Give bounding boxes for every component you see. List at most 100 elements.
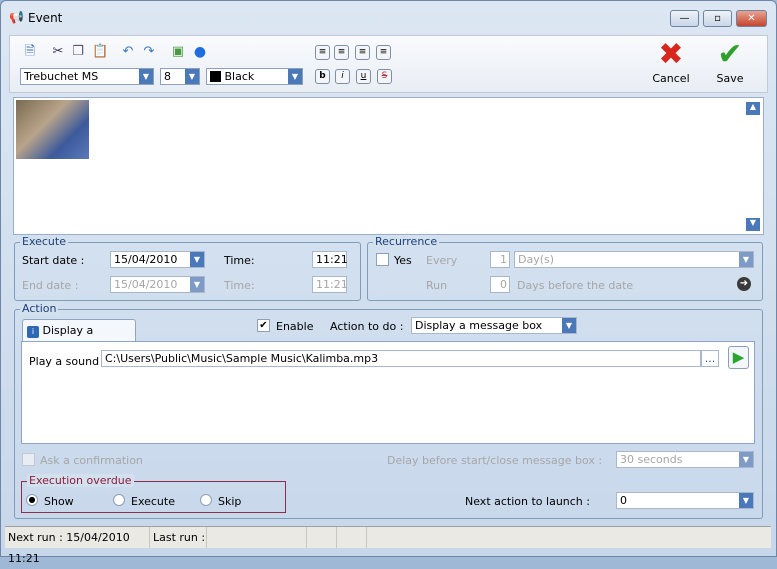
sound-path-input[interactable]: C:\Users\Public\Music\Sample Music\Kalim…: [101, 350, 701, 367]
start-date-input[interactable]: 15/04/2010 ▼: [110, 251, 205, 268]
start-time-input[interactable]: 11:21: [312, 251, 348, 268]
close-button[interactable]: ✕: [736, 10, 767, 27]
font-size-select[interactable]: 8 ▼: [160, 68, 200, 85]
color-select[interactable]: Black ▼: [206, 68, 303, 85]
execute-radio[interactable]: [113, 494, 125, 506]
chevron-down-icon: ▼: [185, 69, 199, 84]
show-label: Show: [44, 495, 74, 508]
scroll-up-button[interactable]: ▲: [746, 102, 760, 115]
start-date-value: 15/04/2010: [114, 253, 178, 266]
bold-button[interactable]: b: [315, 69, 330, 84]
insert-circle-icon[interactable]: ●: [192, 44, 208, 60]
status-cell: [307, 527, 337, 548]
next-run-status: Next run : 15/04/2010 11:21: [5, 527, 150, 565]
overdue-legend: Execution overdue: [27, 474, 134, 487]
checkmark-icon: ✔: [717, 37, 743, 72]
paste-icon[interactable]: 📋: [92, 44, 108, 60]
cancel-icon: ✖: [658, 37, 684, 72]
undo-icon[interactable]: ↶: [120, 44, 136, 60]
tab-display-message[interactable]: i Display a message: [22, 319, 136, 351]
action-to-do-label: Action to do :: [330, 320, 404, 333]
confirmation-checkbox[interactable]: [22, 453, 35, 466]
browse-button[interactable]: ...: [701, 350, 719, 367]
message-editor[interactable]: ▲ ▼: [13, 97, 764, 235]
italic-button[interactable]: i: [335, 69, 350, 84]
confirmation-label: Ask a confirmation: [40, 454, 143, 467]
recurrence-yes-checkbox[interactable]: [376, 253, 389, 266]
app-icon: 📢: [9, 10, 24, 24]
end-date-input[interactable]: 15/04/2010 ▼: [110, 276, 205, 293]
strike-button[interactable]: S: [377, 69, 392, 84]
maximize-button[interactable]: ▫: [703, 10, 732, 27]
chevron-down-icon[interactable]: ▼: [190, 277, 204, 292]
cancel-button[interactable]: ✖ Cancel: [651, 37, 691, 86]
underline-button[interactable]: u: [356, 69, 371, 84]
chevron-down-icon: ▼: [288, 69, 302, 84]
color-swatch: [210, 71, 221, 82]
next-action-select[interactable]: 0 ▼: [616, 492, 754, 509]
run-input[interactable]: 0: [490, 276, 510, 293]
start-date-label: Start date :: [22, 254, 85, 267]
inserted-photo: [16, 100, 89, 159]
font-size-value: 8: [164, 70, 171, 83]
chevron-down-icon: ▼: [739, 452, 753, 467]
every-label: Every: [426, 254, 458, 267]
end-time-input[interactable]: 11:21: [312, 276, 348, 293]
copy-icon[interactable]: ❐: [70, 44, 86, 60]
unit-select[interactable]: Day(s) ▼: [514, 251, 754, 268]
align-center-icon[interactable]: ≡: [334, 45, 349, 60]
window-title: Event: [28, 11, 63, 25]
days-before-label: Days before the date: [517, 279, 634, 292]
action-to-do-select[interactable]: Display a message box ▼: [411, 317, 577, 334]
align-right-icon[interactable]: ≡: [355, 45, 370, 60]
arrow-right-icon[interactable]: ➜: [737, 277, 751, 291]
font-value: Trebuchet MS: [24, 70, 99, 83]
cancel-label: Cancel: [652, 72, 690, 85]
chevron-down-icon[interactable]: ▼: [190, 252, 204, 267]
recurrence-yes-label: Yes: [394, 254, 412, 267]
save-button[interactable]: ✔ Save: [710, 37, 750, 86]
redo-icon[interactable]: ↷: [141, 44, 157, 60]
minimize-button[interactable]: —: [670, 10, 699, 27]
end-date-value: 15/04/2010: [114, 278, 178, 291]
last-run-status: Last run :: [150, 527, 207, 548]
new-document-icon[interactable]: 🗎: [22, 44, 38, 60]
every-input[interactable]: 1: [490, 251, 510, 268]
enable-checkbox[interactable]: ✔: [257, 319, 270, 332]
save-label: Save: [716, 72, 744, 85]
cut-icon[interactable]: ✂: [50, 44, 66, 60]
next-action-value: 0: [620, 494, 627, 507]
align-left-icon[interactable]: ≡: [315, 45, 330, 60]
delay-select[interactable]: 30 seconds ▼: [616, 451, 754, 468]
show-radio[interactable]: ●: [26, 494, 38, 506]
font-select[interactable]: Trebuchet MS ▼: [20, 68, 154, 85]
recurrence-legend: Recurrence: [373, 235, 440, 248]
skip-label: Skip: [218, 495, 242, 508]
chevron-down-icon: ▼: [739, 493, 753, 508]
action-legend: Action: [20, 302, 59, 315]
delay-value: 30 seconds: [620, 453, 683, 466]
execute-label: Execute: [131, 495, 175, 508]
status-bar: Next run : 15/04/2010 11:21 Last run :: [5, 526, 771, 565]
next-action-label: Next action to launch :: [465, 495, 590, 508]
status-cell: [207, 527, 307, 548]
skip-radio[interactable]: [200, 494, 212, 506]
justify-icon[interactable]: ≡: [376, 45, 391, 60]
end-time-label: Time:: [224, 279, 255, 292]
chevron-down-icon: ▼: [739, 252, 753, 267]
info-icon: i: [27, 326, 39, 338]
start-time-label: Time:: [224, 254, 255, 267]
run-label: Run: [426, 279, 448, 292]
chevron-down-icon: ▼: [139, 69, 153, 84]
scroll-down-button[interactable]: ▼: [746, 218, 760, 231]
status-cell: [337, 527, 367, 548]
insert-image-icon[interactable]: ▣: [170, 44, 186, 60]
color-value: Black: [224, 70, 255, 83]
delay-label: Delay before start/close message box :: [387, 454, 603, 467]
action-to-do-value: Display a message box: [415, 319, 543, 332]
end-date-label: End date :: [22, 279, 79, 292]
unit-value: Day(s): [518, 253, 555, 266]
play-icon[interactable]: ▶: [728, 346, 749, 369]
enable-label: Enable: [276, 320, 314, 333]
play-sound-label: Play a sound :: [29, 355, 107, 368]
